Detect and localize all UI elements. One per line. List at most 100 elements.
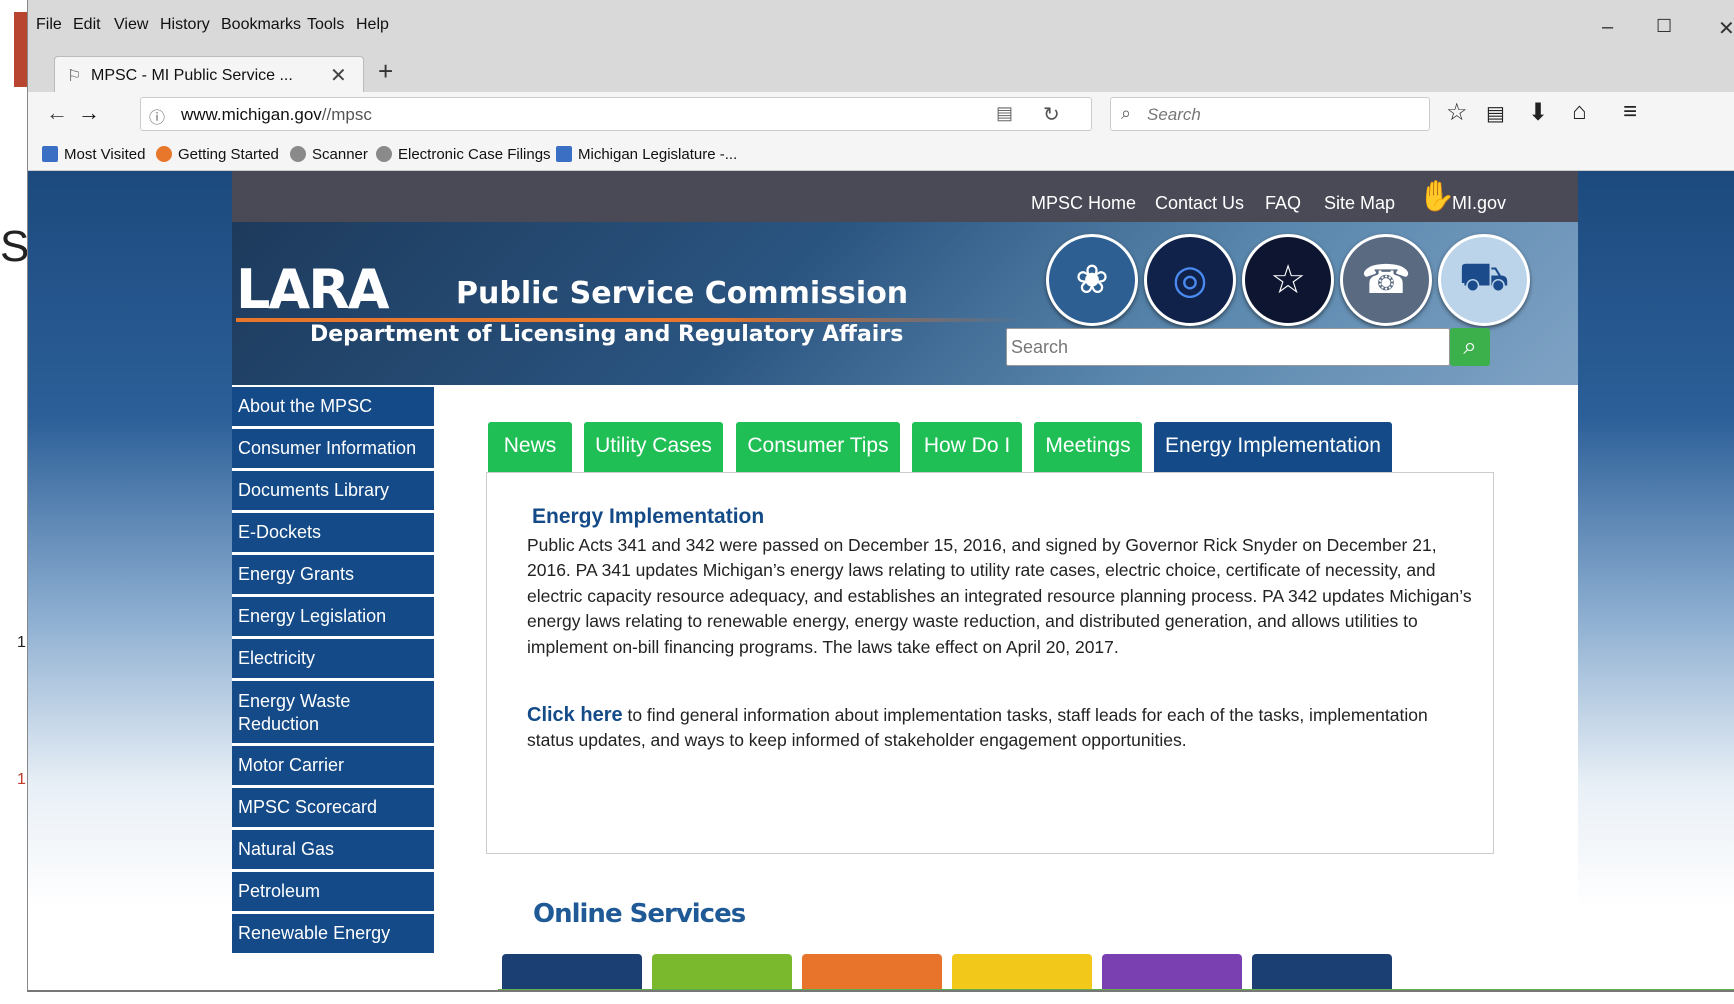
menu-view[interactable]: View — [114, 16, 148, 34]
menu-bookmarks[interactable]: Bookmarks — [221, 16, 301, 34]
truck-icon: ⛟ — [1438, 234, 1530, 326]
side-nav-about[interactable]: About the MPSC — [232, 387, 434, 429]
reader-view-icon[interactable]: ▤ — [996, 103, 1013, 124]
service-tile[interactable] — [1252, 954, 1392, 990]
browser-tab[interactable]: ⚐ MPSC - MI Public Service ... ✕ — [54, 56, 364, 93]
background-char: 1 — [17, 634, 26, 651]
site-search-input[interactable]: Search — [1006, 328, 1450, 366]
menu-bar: File Edit View History Bookmarks Tools H… — [28, 0, 1734, 46]
michigan-map-icon: ✋ — [1418, 180, 1456, 213]
address-url: www.michigan.gov//mpsc — [181, 105, 372, 125]
gas-flame-icon: ◎ — [1144, 234, 1236, 326]
reload-icon[interactable]: ↻ — [1043, 102, 1060, 127]
bookmarks-toolbar: Most Visited Getting Started Scanner Ele… — [28, 136, 1734, 171]
library-icon[interactable]: ▤ — [1486, 101, 1505, 126]
side-nav-natural-gas[interactable]: Natural Gas — [232, 830, 434, 872]
menu-hamburger-icon[interactable]: ≡ — [1623, 98, 1637, 126]
bookmark-label: Getting Started — [178, 146, 279, 163]
service-tile[interactable] — [952, 954, 1092, 990]
home-icon[interactable]: ⌂ — [1572, 98, 1587, 126]
service-tile[interactable] — [502, 954, 642, 990]
tab-close-icon[interactable]: ✕ — [330, 63, 347, 88]
service-tile[interactable] — [1102, 954, 1242, 990]
url-path: //mpsc — [321, 105, 372, 124]
bookmark-label: Electronic Case Filings — [398, 146, 551, 163]
nav-site-map[interactable]: Site Map — [1324, 193, 1395, 214]
menu-tools[interactable]: Tools — [307, 16, 344, 34]
bookmark-star-icon[interactable]: ☆ — [1446, 98, 1468, 127]
nav-contact-us[interactable]: Contact Us — [1155, 193, 1244, 214]
tab-consumer-tips[interactable]: Consumer Tips — [736, 422, 900, 472]
panel-body: Public Acts 341 and 342 were passed on D… — [527, 535, 1472, 657]
bookmark-michigan-legislature[interactable]: Michigan Legislature -... — [556, 146, 737, 163]
site-top-nav: MPSC Home Contact Us FAQ Site Map ✋ MI.g… — [232, 171, 1578, 222]
side-nav-documents-library[interactable]: Documents Library — [232, 471, 434, 513]
menu-file[interactable]: File — [36, 16, 62, 34]
bookmark-page-icon — [556, 146, 572, 162]
menu-edit[interactable]: Edit — [73, 16, 101, 34]
content-panel: Energy Implementation Public Acts 341 an… — [486, 472, 1494, 854]
wind-turbine-icon: ❀ — [1046, 234, 1138, 326]
service-tile[interactable] — [652, 954, 792, 990]
side-nav-energy-waste-reduction[interactable]: Energy Waste Reduction — [232, 681, 434, 746]
minimize-button[interactable]: – — [1602, 16, 1613, 39]
tab-meetings[interactable]: Meetings — [1034, 422, 1142, 472]
globe-icon — [290, 146, 306, 162]
mpsc-site: MPSC Home Contact Us FAQ Site Map ✋ MI.g… — [232, 171, 1578, 990]
navigation-toolbar: ← → ⓘ www.michigan.gov//mpsc ▤ ↻ ⌕ Searc… — [28, 92, 1734, 136]
panel-title: Energy Implementation — [532, 505, 765, 528]
address-bar[interactable]: ⓘ www.michigan.gov//mpsc ▤ ↻ — [140, 97, 1092, 131]
nav-faq[interactable]: FAQ — [1265, 193, 1301, 214]
browser-window: File Edit View History Bookmarks Tools H… — [27, 0, 1734, 992]
side-nav-electricity[interactable]: Electricity — [232, 639, 434, 681]
nav-mi-gov[interactable]: MI.gov — [1452, 193, 1506, 214]
bookmark-getting-started[interactable]: Getting Started — [156, 146, 279, 163]
tab-how-do-i[interactable]: How Do I — [912, 422, 1022, 472]
side-nav-motor-carrier[interactable]: Motor Carrier — [232, 746, 434, 788]
light-bulb-icon: ☆ — [1242, 234, 1334, 326]
bookmark-electronic-case-filings[interactable]: Electronic Case Filings — [376, 146, 551, 163]
side-nav-energy-grants[interactable]: Energy Grants — [232, 555, 434, 597]
url-host: www.michigan.gov — [181, 105, 322, 124]
tab-utility-cases[interactable]: Utility Cases — [584, 422, 723, 472]
menu-history[interactable]: History — [160, 16, 210, 34]
site-search-button[interactable]: ⌕ — [1450, 328, 1490, 366]
tab-title: MPSC - MI Public Service ... — [91, 67, 293, 84]
info-icon[interactable]: ⓘ — [149, 104, 165, 128]
menu-help[interactable]: Help — [356, 16, 389, 34]
close-window-button[interactable]: ✕ — [1718, 16, 1734, 41]
bookmark-label: Scanner — [312, 146, 368, 163]
maximize-button[interactable]: ☐ — [1656, 16, 1672, 37]
side-nav-petroleum[interactable]: Petroleum — [232, 872, 434, 914]
click-here-link[interactable]: Click here — [527, 704, 623, 726]
nav-mpsc-home[interactable]: MPSC Home — [1031, 193, 1136, 214]
commission-title: Public Service Commission — [456, 276, 909, 311]
bookmark-scanner[interactable]: Scanner — [290, 146, 368, 163]
side-nav-consumer-information[interactable]: Consumer Information — [232, 429, 434, 471]
footer-green-line — [498, 989, 1734, 990]
tab-energy-implementation[interactable]: Energy Implementation — [1154, 422, 1392, 472]
bookmark-folder-icon — [42, 146, 58, 162]
back-arrow-icon[interactable]: ← — [46, 100, 68, 126]
side-nav-mpsc-scorecard[interactable]: MPSC Scorecard — [232, 788, 434, 830]
bookmark-label: Michigan Legislature -... — [578, 146, 738, 163]
page-viewport: MPSC Home Contact Us FAQ Site Map ✋ MI.g… — [28, 171, 1734, 990]
search-icon: ⌕ — [1463, 333, 1477, 360]
bookmark-most-visited[interactable]: Most Visited — [42, 146, 145, 163]
department-title: Department of Licensing and Regulatory A… — [310, 322, 904, 347]
download-icon[interactable]: ⬇ — [1528, 98, 1548, 127]
side-nav-renewable-energy[interactable]: Renewable Energy — [232, 914, 434, 956]
browser-search-box[interactable]: ⌕ Search — [1110, 97, 1430, 131]
panel-click-paragraph: Click here to find general information a… — [527, 703, 1477, 754]
service-tile[interactable] — [802, 954, 942, 990]
tab-news[interactable]: News — [488, 422, 572, 472]
forward-arrow-icon[interactable]: → — [78, 100, 100, 126]
site-search-placeholder: Search — [1011, 337, 1069, 357]
side-nav-e-dockets[interactable]: E-Dockets — [232, 513, 434, 555]
side-nav-energy-legislation[interactable]: Energy Legislation — [232, 597, 434, 639]
click-here-text: to find general information about implem… — [527, 705, 1428, 751]
new-tab-button[interactable]: + — [378, 56, 393, 87]
background-char: S — [0, 222, 30, 271]
lara-logo[interactable]: LARA — [236, 258, 390, 321]
bookmark-label: Most Visited — [64, 146, 146, 163]
